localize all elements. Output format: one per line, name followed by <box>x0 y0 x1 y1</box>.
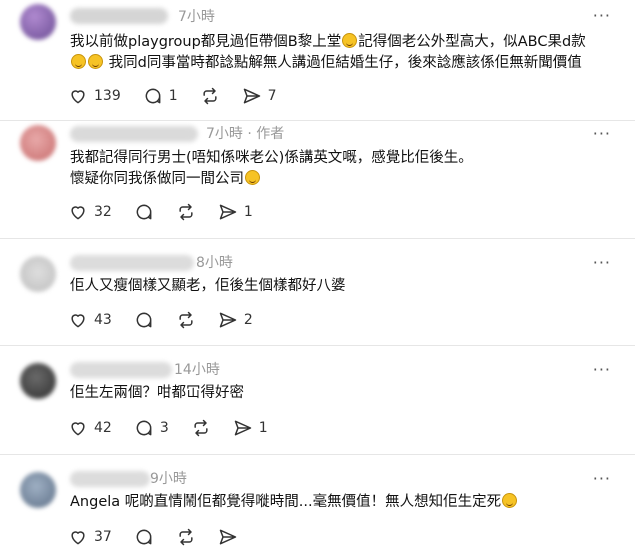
post-body: 佢人又瘦個樣又顯老，佢後生個樣都好八婆 <box>70 276 615 297</box>
comment-bubble-icon <box>145 88 161 104</box>
like-count: 43 <box>94 312 112 328</box>
share-button[interactable]: 7 <box>242 86 277 106</box>
repost-button[interactable] <box>191 418 211 438</box>
repost-icon <box>179 311 193 329</box>
repost-button[interactable] <box>176 527 196 547</box>
repost-button[interactable] <box>200 86 220 106</box>
post-text-line: Angela 呢啲直情鬧佢都覺得嘥時間...毫無價值！無人想知佢生定死 <box>70 494 502 510</box>
post-actions: 139 1 7 <box>68 86 299 106</box>
share-button[interactable]: 1 <box>233 418 268 438</box>
heart-icon <box>71 314 85 328</box>
post-text-line-tail: 我同d同事當時都諗點解無人講過佢結婚生仔，後來諗應該係佢無新聞價值 <box>108 55 582 71</box>
share-count: 1 <box>243 204 253 220</box>
post-actions: 32 1 <box>68 202 275 222</box>
comment-bubble-icon <box>136 204 152 220</box>
divider <box>0 120 635 121</box>
like-button[interactable]: 32 <box>68 202 112 222</box>
post-body: Angela 呢啲直情鬧佢都覺得嘥時間...毫無價值！無人想知佢生定死 <box>70 492 615 513</box>
divider <box>0 345 635 346</box>
post-time: 7小時 <box>178 9 215 25</box>
post-body: 佢生左兩個？咁都冚得好密 <box>70 383 615 404</box>
sweat-emoji-icon <box>245 170 260 185</box>
post-actions: 37 <box>68 527 260 547</box>
avatar[interactable] <box>20 256 56 292</box>
comment-button[interactable] <box>134 310 154 330</box>
share-count: 1 <box>258 420 268 436</box>
username-blurred[interactable] <box>70 471 150 487</box>
more-options-button[interactable]: ··· <box>593 362 611 378</box>
repost-icon <box>179 203 193 221</box>
username-blurred[interactable] <box>70 255 194 271</box>
comment-button[interactable] <box>134 202 154 222</box>
heart-icon <box>71 206 85 220</box>
like-count: 42 <box>94 420 112 436</box>
more-options-button[interactable]: ··· <box>593 126 611 142</box>
share-count: 7 <box>267 88 277 104</box>
like-button[interactable]: 42 <box>68 418 112 438</box>
avatar[interactable] <box>20 472 56 508</box>
like-button[interactable]: 139 <box>68 86 121 106</box>
divider <box>0 238 635 239</box>
post-text-line: 懷疑你同我係做同一間公司 <box>70 171 244 187</box>
share-button[interactable]: 1 <box>218 202 253 222</box>
post-text-line: 佢生左兩個？咁都冚得好密 <box>70 385 244 401</box>
like-count: 139 <box>94 88 121 104</box>
repost-icon <box>194 419 208 437</box>
send-icon <box>219 312 237 328</box>
comment-bubble-icon <box>136 312 152 328</box>
post-time: 7小時 · 作者 <box>206 126 285 142</box>
more-options-button[interactable]: ··· <box>593 255 611 271</box>
like-count: 37 <box>94 529 112 545</box>
post-body: 我都記得同行男士(唔知係咪老公)係講英文嘅，感覺比佢後生。 懷疑你同我係做同一間… <box>70 148 615 190</box>
send-icon <box>234 420 251 436</box>
post-text-line: 佢人又瘦個樣又顯老，佢後生個樣都好八婆 <box>70 278 346 294</box>
like-button[interactable]: 37 <box>68 527 112 547</box>
username-blurred[interactable] <box>70 362 172 378</box>
more-options-button[interactable]: ··· <box>593 8 611 24</box>
author-tag: · 作者 <box>247 126 285 142</box>
comment-bubble-icon <box>136 420 152 436</box>
send-icon <box>219 204 237 220</box>
post-time: 8小時 <box>196 255 233 271</box>
comment-count: 3 <box>159 420 169 436</box>
post-actions: 43 2 <box>68 310 275 330</box>
send-icon <box>243 88 260 104</box>
rofl-emoji-icon <box>71 54 86 69</box>
heart-icon <box>71 531 85 545</box>
comment-button[interactable] <box>134 527 154 547</box>
rofl-emoji-icon <box>342 33 358 48</box>
share-button[interactable]: 2 <box>218 310 253 330</box>
more-options-button[interactable]: ··· <box>593 471 611 487</box>
divider <box>0 454 635 455</box>
repost-icon <box>179 528 193 546</box>
comment-button[interactable]: 3 <box>134 418 169 438</box>
comment-button[interactable]: 1 <box>143 86 178 106</box>
post-text-line: 我都記得同行男士(唔知係咪老公)係講英文嘅，感覺比佢後生。 <box>70 150 473 166</box>
share-count: 2 <box>243 312 253 328</box>
like-button[interactable]: 43 <box>68 310 112 330</box>
avatar[interactable] <box>20 125 56 161</box>
comment-count: 1 <box>168 88 178 104</box>
avatar[interactable] <box>20 363 56 399</box>
send-icon <box>219 529 237 545</box>
post-time: 9小時 <box>150 471 187 487</box>
repost-icon <box>203 87 217 105</box>
username-blurred[interactable] <box>70 8 168 24</box>
rofl-emoji-icon <box>88 54 103 69</box>
post-text-line: 我以前做playgroup都見過佢帶個B黎上堂 <box>70 34 342 50</box>
post-body: 我以前做playgroup都見過佢帶個B黎上堂 記得個老公外型高大，似ABC果d款… <box>70 32 615 74</box>
heart-icon <box>71 90 85 104</box>
repost-button[interactable] <box>176 310 196 330</box>
username-blurred[interactable] <box>70 126 198 142</box>
post-time: 14小時 <box>174 362 220 378</box>
heart-icon <box>71 422 85 436</box>
like-count: 32 <box>94 204 112 220</box>
post-actions: 42 3 1 <box>68 418 290 438</box>
avatar[interactable] <box>20 4 56 40</box>
post-text-line-tail: 記得個老公外型高大，似ABC果d款 <box>358 34 586 50</box>
rofl-emoji-icon <box>502 493 518 508</box>
share-button[interactable] <box>218 527 238 547</box>
comment-bubble-icon <box>136 529 152 545</box>
repost-button[interactable] <box>176 202 196 222</box>
